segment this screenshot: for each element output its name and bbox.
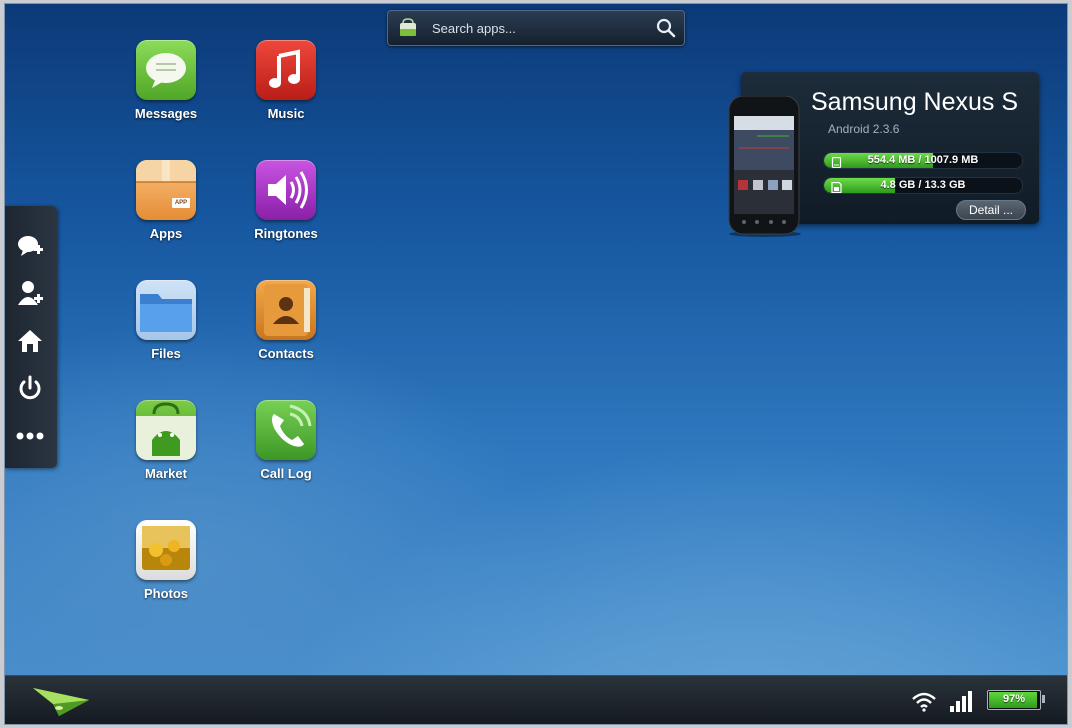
messages-icon (136, 40, 196, 100)
home-icon[interactable] (16, 327, 44, 355)
phone-image (727, 95, 803, 238)
battery-label: 97% (1002, 693, 1026, 705)
device-name: Samsung Nexus S (811, 88, 1019, 116)
app-label: Files (151, 346, 181, 361)
contacts-book-icon (256, 280, 316, 340)
box-icon: APP (136, 160, 196, 220)
new-message-icon[interactable] (16, 232, 44, 260)
android-bag-icon (136, 400, 196, 460)
market-bag-icon (398, 17, 418, 37)
power-icon[interactable] (16, 374, 44, 402)
app-label: Apps (149, 226, 183, 241)
app-ringtones[interactable]: Ringtones (231, 160, 341, 270)
phone-storage-label: 554.4 MB / 1007.9 MB (867, 154, 979, 166)
app-contacts[interactable]: Contacts (231, 280, 341, 390)
app-market[interactable]: Market (111, 400, 221, 510)
battery-indicator: 97% (987, 690, 1045, 710)
app-label: Photos (143, 586, 189, 601)
app-messages[interactable]: Messages (111, 40, 221, 150)
phone-icon (256, 400, 316, 460)
detail-button[interactable]: Detail ... (956, 200, 1026, 220)
app-label: Call Log (260, 466, 312, 481)
battery-nub (1042, 695, 1045, 703)
sd-storage-bar: 4.8 GB / 13.3 GB (823, 177, 1023, 194)
app-music[interactable]: Music (231, 40, 341, 150)
app-label: Ringtones (254, 226, 318, 241)
device-os-version: Android 2.3.6 (828, 122, 900, 136)
app-label: Music (267, 106, 305, 121)
paper-plane-logo-icon[interactable] (31, 682, 91, 718)
app-files[interactable]: Files (111, 280, 221, 390)
app-label: Messages (134, 106, 198, 121)
search-input[interactable] (432, 19, 642, 37)
signal-bars-icon (949, 690, 973, 712)
sd-storage-label: 4.8 GB / 13.3 GB (880, 179, 966, 191)
app-badge: APP (174, 200, 188, 206)
speaker-icon (256, 160, 316, 220)
more-icon[interactable] (16, 422, 44, 450)
photo-icon (136, 520, 196, 580)
magnifier-icon[interactable] (656, 18, 676, 38)
app-call-log[interactable]: Call Log (231, 400, 341, 510)
music-note-icon (256, 40, 316, 100)
search-bar[interactable] (387, 10, 685, 46)
add-contact-icon[interactable] (16, 279, 44, 307)
side-dock (5, 206, 57, 468)
bottom-taskbar: 97% (5, 675, 1067, 724)
desktop-window: Messages Music APP Apps (4, 3, 1068, 725)
phone-storage-bar: 554.4 MB / 1007.9 MB (823, 152, 1023, 169)
app-photos[interactable]: Photos (111, 520, 221, 630)
folder-icon (136, 280, 196, 340)
wifi-icon (911, 690, 937, 712)
app-apps[interactable]: APP Apps (111, 160, 221, 270)
app-label: Contacts (258, 346, 314, 361)
app-label: Market (145, 466, 187, 481)
